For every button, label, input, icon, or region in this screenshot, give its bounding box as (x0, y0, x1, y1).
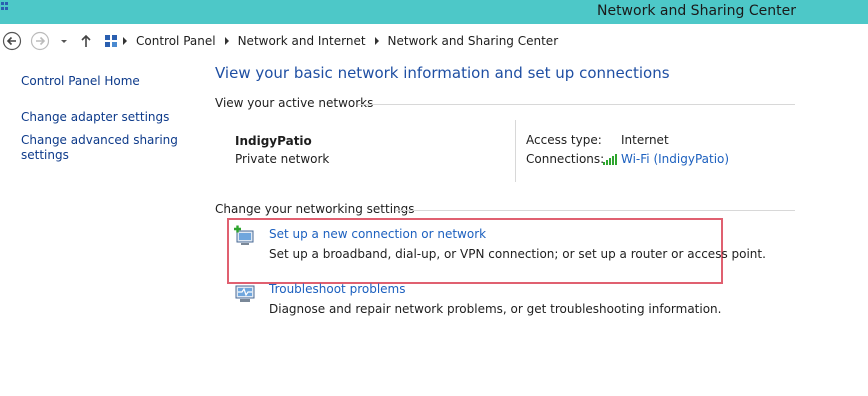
sidebar-item-control-panel-home[interactable]: Control Panel Home (21, 74, 191, 89)
wifi-connection-label[interactable]: Wi-Fi (IndigyPatio) (621, 152, 729, 166)
active-networks-label: View your active networks (215, 96, 374, 110)
breadcrumb: Control Panel Network and Internet Netwo… (104, 32, 562, 50)
page-title: View your basic network information and … (215, 64, 670, 82)
section-divider (358, 104, 795, 105)
navigation-bar: Control Panel Network and Internet Netwo… (0, 24, 868, 58)
setup-connection-link[interactable]: Set up a new connection or network (269, 227, 486, 241)
networking-settings-label: Change your networking settings (215, 202, 415, 216)
network-type: Private network (235, 152, 330, 166)
up-arrow-icon[interactable] (78, 31, 94, 51)
app-icon (1, 2, 8, 10)
network-name: IndigyPatio (235, 134, 312, 148)
troubleshoot-description: Diagnose and repair network problems, or… (269, 302, 722, 316)
vertical-divider (515, 120, 516, 182)
sidebar-item-change-advanced-sharing-settings[interactable]: Change advanced sharing settings (21, 133, 191, 163)
connections-label: Connections: (526, 152, 605, 166)
breadcrumb-network-and-sharing-center[interactable]: Network and Sharing Center (384, 34, 563, 48)
wifi-signal-icon (603, 154, 617, 165)
new-connection-icon (234, 225, 254, 245)
dropdown-arrow-icon[interactable] (58, 31, 70, 51)
breadcrumb-network-and-internet[interactable]: Network and Internet (234, 34, 370, 48)
access-type-value: Internet (621, 133, 669, 147)
breadcrumb-control-panel[interactable]: Control Panel (132, 34, 220, 48)
control-panel-icon (105, 35, 117, 47)
wifi-connection-link[interactable]: Wi-Fi (IndigyPatio) (603, 152, 729, 166)
back-arrow-icon[interactable] (2, 31, 22, 51)
chevron-right-icon (370, 32, 384, 50)
sidebar-item-change-adapter-settings[interactable]: Change adapter settings (21, 110, 191, 125)
forward-arrow-icon[interactable] (30, 31, 50, 51)
chevron-right-icon (118, 32, 132, 50)
section-divider (395, 210, 795, 211)
chevron-right-icon (220, 32, 234, 50)
setup-connection-description: Set up a broadband, dial-up, or VPN conn… (269, 247, 766, 261)
access-type-label: Access type: (526, 133, 602, 147)
title-bar: Network and Sharing Center (0, 0, 868, 24)
troubleshoot-link[interactable]: Troubleshoot problems (269, 282, 405, 296)
troubleshoot-icon (235, 285, 255, 302)
sidebar: Control Panel Home Change adapter settin… (21, 74, 191, 163)
window-title: Network and Sharing Center (596, 3, 796, 19)
